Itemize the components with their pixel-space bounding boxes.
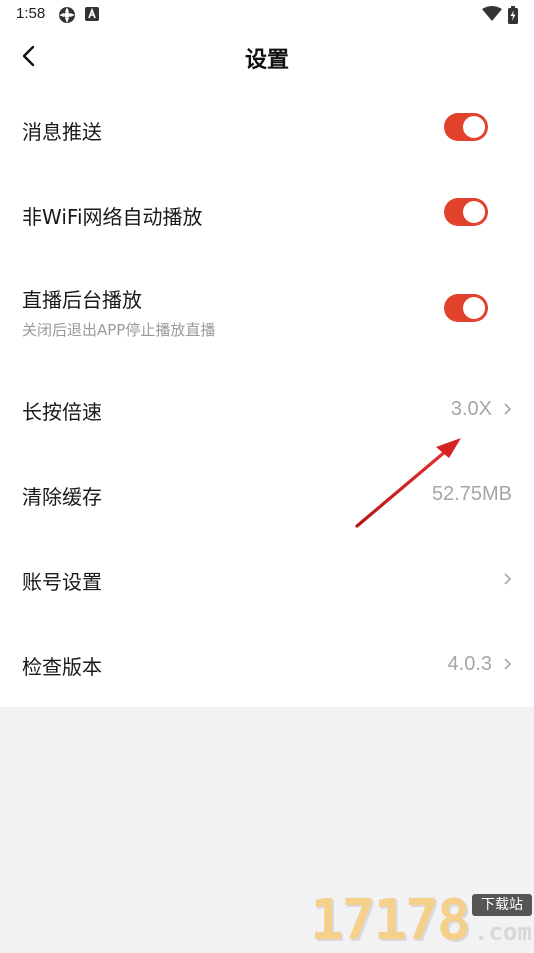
watermark-suffix: .com (474, 918, 532, 946)
annotation-arrow (355, 438, 461, 528)
watermark-digits: 17178 (310, 888, 471, 953)
watermark-logo: 17178 下载站 .com (310, 888, 534, 953)
watermark-tag: 下载站 (472, 894, 532, 916)
